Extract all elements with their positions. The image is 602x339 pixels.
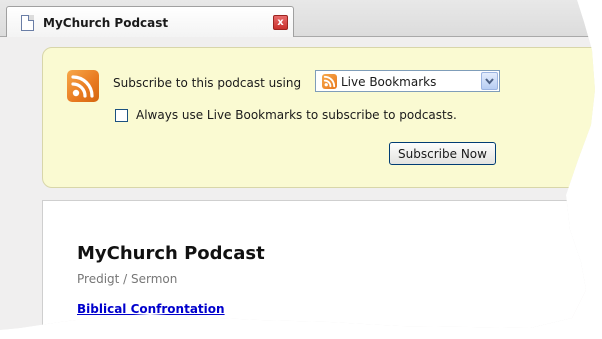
feed-body: MyChurch Podcast Predigt / Sermon Biblic… — [42, 200, 595, 330]
chevron-down-icon[interactable] — [481, 72, 498, 90]
browser-window: MyChurch Podcast x Subscribe to this pod… — [0, 0, 595, 330]
document-icon — [21, 15, 34, 31]
always-use-label: Always use Live Bookmarks to subscribe t… — [136, 108, 457, 122]
tab-bar: MyChurch Podcast x — [0, 0, 595, 38]
always-use-checkbox[interactable] — [115, 109, 128, 122]
close-icon[interactable]: x — [273, 15, 288, 30]
reader-select[interactable]: Live Bookmarks — [315, 70, 500, 92]
subscribe-now-button[interactable]: Subscribe Now — [389, 142, 496, 165]
subscribe-panel: Subscribe to this podcast using Live Boo… — [42, 47, 595, 188]
feed-title: MyChurch Podcast — [77, 243, 265, 264]
rss-feed-icon — [67, 70, 99, 102]
entry-link[interactable]: Biblical Confrontation — [77, 302, 225, 316]
tab-title: MyChurch Podcast — [43, 16, 169, 30]
reader-select-value: Live Bookmarks — [341, 75, 437, 89]
live-bookmarks-icon — [322, 74, 337, 89]
page-content: Subscribe to this podcast using Live Boo… — [4, 37, 595, 330]
tab-mychurch-podcast[interactable]: MyChurch Podcast x — [6, 6, 294, 38]
feed-subtitle: Predigt / Sermon — [77, 272, 178, 286]
subscribe-label: Subscribe to this podcast using — [113, 76, 302, 90]
